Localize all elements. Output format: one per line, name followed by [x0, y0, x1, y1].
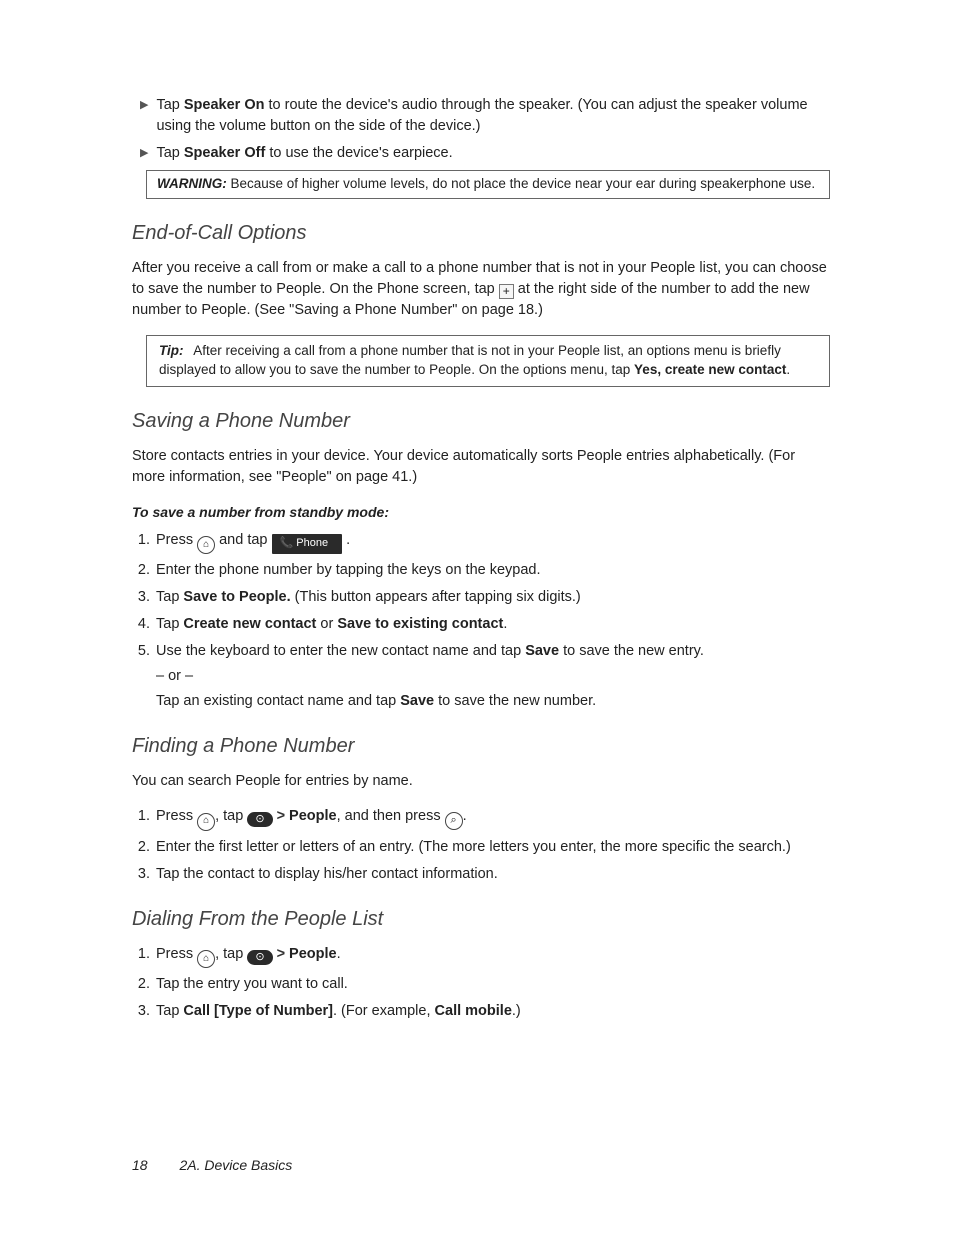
- steps-dialing-people: Press ⌂, tap ⊙>People. Tap the entry you…: [154, 944, 830, 1022]
- home-icon: ⌂: [197, 813, 215, 831]
- step-2: Enter the phone number by tapping the ke…: [154, 560, 830, 581]
- phone-button-icon: 📞 Phone: [272, 534, 343, 554]
- bullet-speaker-on: ▶ Tap Speaker On to route the device's a…: [140, 95, 830, 137]
- steps-finding-number: Press ⌂, tap ⊙>People, and then press ⌕.…: [154, 806, 830, 884]
- page-number: 18: [132, 1157, 148, 1173]
- tip-text: After receiving a call from a phone numb…: [159, 343, 790, 377]
- para-finding-number: You can search People for entries by nam…: [132, 771, 830, 792]
- warning-label: WARNING:: [157, 176, 227, 191]
- step-3: Tap Save to People. (This button appears…: [154, 587, 830, 608]
- chevron-icon: >: [273, 946, 289, 962]
- para-end-of-call: After you receive a call from or make a …: [132, 258, 830, 321]
- step-3: Tap Call [Type of Number]. (For example,…: [154, 1001, 830, 1022]
- step-1: Press ⌂, tap ⊙>People, and then press ⌕.: [154, 806, 830, 830]
- chevron-icon: >: [273, 808, 289, 824]
- page-body: ▶ Tap Speaker On to route the device's a…: [0, 0, 954, 1022]
- warning-text: Because of higher volume levels, do not …: [231, 176, 816, 191]
- tip-label: Tip:: [159, 343, 184, 358]
- step-2: Enter the first letter or letters of an …: [154, 837, 830, 858]
- triangle-bullet-icon: ▶: [140, 98, 148, 114]
- triangle-bullet-icon: ▶: [140, 146, 148, 162]
- para-saving-number: Store contacts entries in your device. Y…: [132, 446, 830, 488]
- bullet-text: Tap Speaker Off to use the device's earp…: [156, 143, 830, 164]
- heading-saving-number: Saving a Phone Number: [132, 407, 830, 436]
- step-5-alt: Tap an existing contact name and tap Sav…: [156, 691, 830, 712]
- warning-box: WARNING: Because of higher volume levels…: [146, 170, 830, 199]
- page-footer: 18 2A. Device Basics: [132, 1155, 292, 1175]
- plus-icon: +: [499, 284, 514, 299]
- apps-button-icon: ⊙: [247, 812, 272, 827]
- home-icon: ⌂: [197, 950, 215, 968]
- step-5: Use the keyboard to enter the new contac…: [154, 641, 830, 712]
- bold-speaker-off: Speaker Off: [184, 145, 265, 161]
- subhead-save-standby: To save a number from standby mode:: [132, 502, 830, 522]
- step-5-or: – or –: [156, 666, 830, 687]
- heading-finding-number: Finding a Phone Number: [132, 732, 830, 761]
- bullet-text: Tap Speaker On to route the device's aud…: [156, 95, 830, 137]
- bold-speaker-on: Speaker On: [184, 97, 265, 113]
- heading-end-of-call: End-of-Call Options: [132, 219, 830, 248]
- bullet-speaker-off: ▶ Tap Speaker Off to use the device's ea…: [140, 143, 830, 164]
- step-4: Tap Create new contact or Save to existi…: [154, 614, 830, 635]
- steps-save-number: Press ⌂ and tap 📞 Phone . Enter the phon…: [154, 530, 830, 712]
- step-1: Press ⌂, tap ⊙>People.: [154, 944, 830, 968]
- home-icon: ⌂: [197, 536, 215, 554]
- search-icon: ⌕: [445, 812, 463, 830]
- chapter-title: 2A. Device Basics: [179, 1157, 292, 1173]
- tip-box: Tip: After receiving a call from a phone…: [146, 335, 830, 387]
- apps-button-icon: ⊙: [247, 950, 272, 965]
- step-3: Tap the contact to display his/her conta…: [154, 864, 830, 885]
- heading-dialing-people: Dialing From the People List: [132, 905, 830, 934]
- step-1: Press ⌂ and tap 📞 Phone .: [154, 530, 830, 554]
- step-2: Tap the entry you want to call.: [154, 974, 830, 995]
